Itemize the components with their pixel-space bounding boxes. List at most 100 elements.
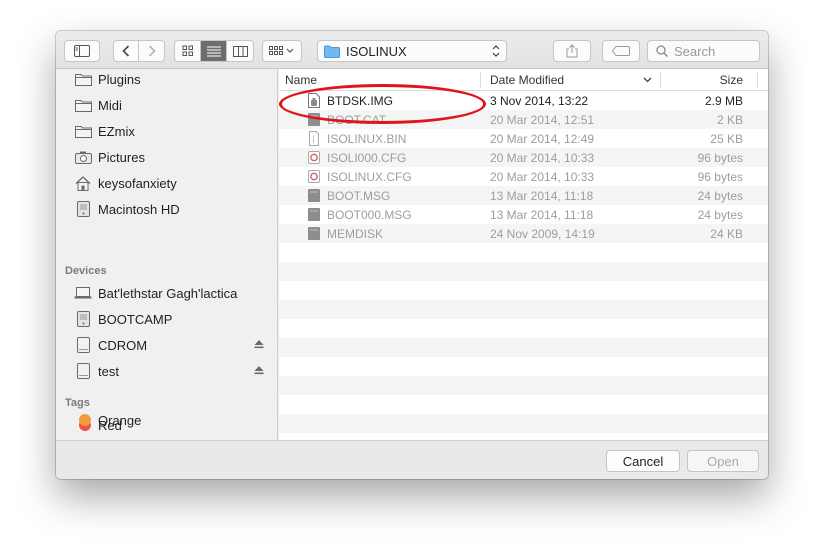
- back-forward-group: [113, 40, 165, 62]
- sidebar-item-label: Orange: [98, 412, 142, 428]
- open-file-dialog: ISOLINUX Search Plugins Midi EZmix Pictu…: [56, 31, 768, 479]
- sort-chevron-down-icon: [643, 77, 652, 83]
- list-view-button[interactable]: [201, 41, 227, 61]
- hard-drive-icon: [74, 310, 92, 328]
- icon-view-button[interactable]: [175, 41, 201, 61]
- empty-row: [279, 243, 768, 262]
- column-view-button[interactable]: [227, 41, 253, 61]
- file-row-boot-cat[interactable]: BOOT.CAT 20 Mar 2014, 12:51 2 KB: [279, 110, 768, 129]
- sidebar-item-ezmix[interactable]: EZmix: [56, 118, 278, 144]
- cancel-button[interactable]: Cancel: [606, 450, 680, 472]
- search-icon: [656, 45, 668, 57]
- file-size: 2 KB: [716, 113, 743, 127]
- sidebar-item-pictures[interactable]: Pictures: [56, 144, 278, 170]
- sidebar-item-label: Pictures: [98, 149, 145, 165]
- file-size: 25 KB: [710, 132, 743, 146]
- file-name: BTDSK.IMG: [327, 94, 394, 108]
- file-icon: [308, 113, 320, 126]
- name-column-header[interactable]: Name: [285, 73, 317, 87]
- file-date: 20 Mar 2014, 12:51: [490, 113, 595, 127]
- file-list: Name Date Modified Size BTDSK.IMG 3 Nov …: [279, 69, 768, 440]
- grid-icon: [182, 45, 193, 56]
- folder-icon: [74, 122, 92, 140]
- sidebar-item-label: CDROM: [98, 337, 148, 353]
- arrange-icon: [269, 46, 294, 55]
- empty-row: [279, 300, 768, 319]
- sidebar-icon: [74, 45, 90, 57]
- eject-icon[interactable]: [254, 339, 264, 349]
- file-row-isoli000-cfg[interactable]: ISOLI000.CFG 20 Mar 2014, 10:33 96 bytes: [279, 148, 768, 167]
- empty-row: [279, 376, 768, 395]
- file-size: 96 bytes: [697, 151, 743, 165]
- hard-drive-icon: [74, 200, 92, 218]
- sidebar-item-label: BOOTCAMP: [98, 311, 173, 327]
- tag-button[interactable]: [602, 40, 640, 62]
- column-divider[interactable]: [660, 72, 661, 88]
- search-field[interactable]: Search: [647, 40, 760, 62]
- config-file-icon: [308, 151, 320, 164]
- open-button[interactable]: Open: [687, 450, 759, 472]
- file-row-memdisk[interactable]: MEMDISK 24 Nov 2009, 14:19 24 KB: [279, 224, 768, 243]
- home-icon: [74, 174, 92, 192]
- sidebar-item-tag-orange[interactable]: Orange: [56, 407, 278, 433]
- arrange-menu-button[interactable]: [262, 40, 302, 62]
- folder-icon: [324, 45, 340, 58]
- back-button[interactable]: [114, 41, 139, 61]
- laptop-icon: [74, 284, 92, 302]
- sidebar-item-bootcamp[interactable]: BOOTCAMP: [56, 306, 278, 332]
- chevron-right-icon: [148, 45, 156, 57]
- toolbar: ISOLINUX Search: [56, 31, 768, 69]
- file-row-isolinux-cfg[interactable]: ISOLINUX.CFG 20 Mar 2014, 10:33 96 bytes: [279, 167, 768, 186]
- column-divider[interactable]: [480, 72, 481, 88]
- location-popup[interactable]: ISOLINUX: [317, 40, 507, 62]
- size-column-header[interactable]: Size: [720, 73, 743, 87]
- file-date: 20 Mar 2014, 10:33: [490, 151, 595, 165]
- config-file-icon: [308, 170, 320, 183]
- disk-image-icon: [308, 93, 320, 108]
- file-name: ISOLI000.CFG: [327, 151, 407, 165]
- file-rows: BTDSK.IMG 3 Nov 2014, 13:22 2.9 MB BOOT.…: [279, 91, 768, 433]
- sidebar-item-keysofanxiety[interactable]: keysofanxiety: [56, 170, 278, 196]
- forward-button[interactable]: [139, 41, 164, 61]
- column-divider[interactable]: [757, 72, 758, 88]
- file-name: BOOT.CAT: [327, 113, 387, 127]
- sidebar-toggle-button[interactable]: [64, 40, 100, 62]
- file-date: 13 Mar 2014, 11:18: [490, 208, 594, 222]
- sidebar-item-plugins[interactable]: Plugins: [56, 66, 278, 92]
- file-row-btdsk[interactable]: BTDSK.IMG 3 Nov 2014, 13:22 2.9 MB: [279, 91, 768, 110]
- share-button[interactable]: [553, 40, 591, 62]
- orange-tag-dot: [78, 414, 91, 426]
- updown-chevron-icon: [492, 45, 500, 57]
- file-date: 20 Mar 2014, 10:33: [490, 170, 595, 184]
- sidebar-item-midi[interactable]: Midi: [56, 92, 278, 118]
- file-size: 24 bytes: [697, 208, 743, 222]
- sidebar-item-macintosh-hd[interactable]: Macintosh HD: [56, 196, 278, 222]
- file-row-boot000-msg[interactable]: BOOT000.MSG 13 Mar 2014, 11:18 24 bytes: [279, 205, 768, 224]
- file-row-boot-msg[interactable]: BOOT.MSG 13 Mar 2014, 11:18 24 bytes: [279, 186, 768, 205]
- empty-row: [279, 319, 768, 338]
- location-label: ISOLINUX: [346, 43, 407, 59]
- file-name: BOOT000.MSG: [327, 208, 412, 222]
- sidebar-item-label: Macintosh HD: [98, 201, 180, 217]
- folder-icon: [74, 70, 92, 88]
- sidebar-item-label: Midi: [98, 97, 122, 113]
- file-icon: [308, 227, 320, 240]
- view-mode-group: [174, 40, 254, 62]
- binary-file-icon: |: [309, 131, 319, 146]
- date-column-header[interactable]: Date Modified: [490, 73, 564, 87]
- sidebar-item-test[interactable]: test: [56, 358, 278, 384]
- sidebar-item-cdrom[interactable]: CDROM: [56, 332, 278, 358]
- sidebar: Plugins Midi EZmix Pictures keysofanxiet…: [56, 69, 278, 440]
- file-size: 96 bytes: [697, 170, 743, 184]
- file-name: ISOLINUX.BIN: [327, 132, 407, 146]
- file-date: 20 Mar 2014, 12:49: [490, 132, 595, 146]
- file-row-isolinux-bin[interactable]: | ISOLINUX.BIN 20 Mar 2014, 12:49 25 KB: [279, 129, 768, 148]
- sidebar-item-label: EZmix: [98, 123, 135, 139]
- disk-icon: [74, 336, 92, 354]
- eject-icon[interactable]: [254, 365, 264, 375]
- empty-row: [279, 262, 768, 281]
- file-size: 2.9 MB: [704, 94, 743, 108]
- empty-row: [279, 395, 768, 414]
- sidebar-item-label: keysofanxiety: [98, 175, 177, 191]
- sidebar-item-batlethstar[interactable]: Bat'lethstar Gagh'lactica: [56, 280, 278, 306]
